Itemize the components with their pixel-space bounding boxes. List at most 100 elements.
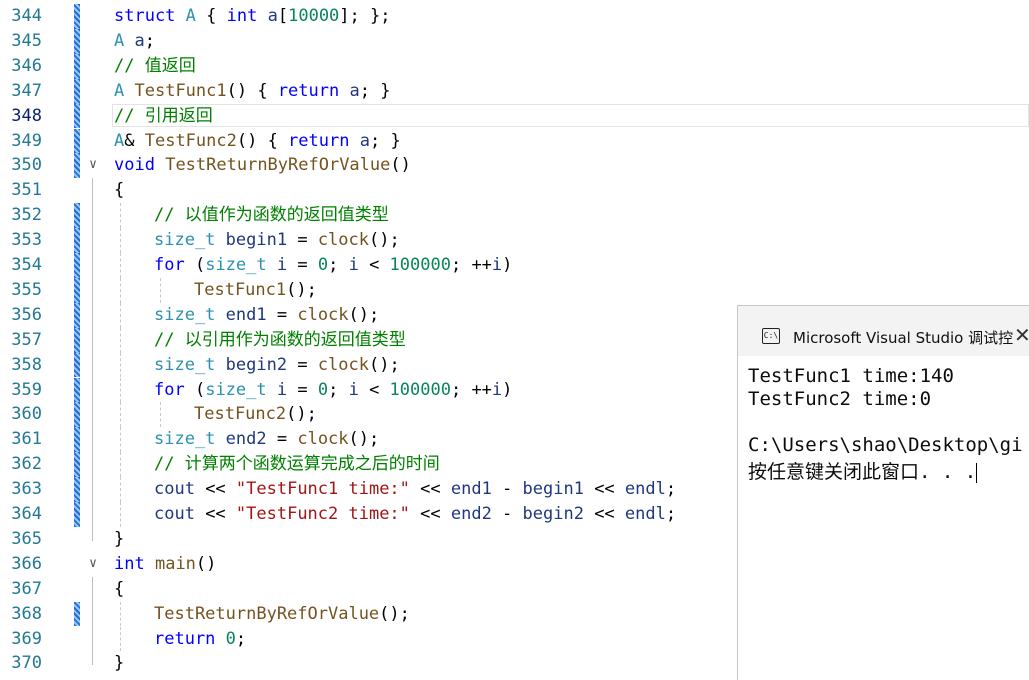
indent-guide [120, 502, 121, 527]
line-number: 358 [11, 354, 42, 375]
code-token: = [266, 304, 298, 325]
code-token: cout [154, 479, 195, 500]
fold-chevron-icon[interactable]: ∨ [86, 552, 100, 577]
line-number: 370 [11, 653, 42, 674]
indent-guide [120, 402, 121, 428]
code-token: end1 [225, 304, 267, 325]
indent-guide [120, 277, 121, 303]
line-number: 347 [11, 80, 42, 101]
code-text: } [114, 527, 124, 552]
code-text: TestReturnByRefOrValue(); [154, 602, 410, 627]
code-line[interactable]: 355 TestFunc1(); [0, 277, 1029, 303]
code-token: clock [297, 429, 349, 450]
code-token: A [114, 130, 125, 151]
code-token: { [195, 6, 227, 26]
indent-guide [120, 477, 121, 502]
change-marker [74, 477, 80, 502]
code-token: ; } [359, 80, 391, 101]
code-token: } [114, 653, 125, 674]
code-token: struct [114, 6, 176, 26]
code-token: clock [297, 304, 349, 325]
change-marker [74, 128, 80, 154]
code-token: clock [317, 230, 369, 251]
code-token: int [226, 6, 258, 26]
code-token: i [348, 379, 359, 400]
line-number: 359 [11, 379, 42, 400]
code-line[interactable]: 349 A& TestFunc2() { return a; } [0, 128, 1029, 154]
code-token: (); [286, 404, 317, 425]
code-text: TestFunc2(); [194, 402, 317, 427]
code-token: // 计算两个函数运算完成之后的时间 [154, 454, 440, 475]
code-line[interactable]: 344 struct A { int a[10000]; }; [0, 4, 1029, 29]
change-marker [74, 228, 80, 253]
console-line: 按任意键关闭此窗口. . . [748, 457, 978, 484]
code-token: ; [328, 255, 349, 275]
code-text: } [114, 651, 124, 676]
change-marker [74, 153, 80, 179]
line-number: 350 [11, 155, 42, 176]
code-token: i [348, 255, 359, 275]
code-token: - [491, 504, 523, 524]
code-token: << [194, 479, 236, 500]
debug-console-window[interactable]: C:\ Microsoft Visual Studio 调试控 ✕ TestFu… [737, 305, 1029, 680]
line-number: 365 [11, 528, 42, 549]
code-line[interactable]: 346 // 值返回 [0, 53, 1029, 79]
code-token: main [154, 553, 196, 574]
console-titlebar[interactable]: C:\ Microsoft Visual Studio 调试控 ✕ [738, 306, 1029, 356]
code-token: endl [624, 504, 666, 524]
code-token: 10000 [288, 6, 340, 26]
code-token: size_t [154, 429, 216, 450]
indent-guide [120, 228, 121, 253]
code-token: ; [665, 479, 677, 500]
text-cursor [976, 462, 978, 483]
code-token: i [276, 255, 288, 275]
code-token: for [154, 379, 185, 400]
code-text: A a; [114, 29, 155, 54]
line-number: 368 [11, 603, 42, 624]
code-token: () [195, 553, 217, 574]
code-text: // 值返回 [114, 54, 196, 79]
console-line-text: 按任意键关闭此窗口. . . [748, 461, 977, 483]
code-line[interactable]: 345 A a; [0, 28, 1029, 54]
code-line[interactable]: 352 // 以值作为函数的返回值类型 [0, 203, 1029, 229]
change-marker [74, 452, 80, 478]
code-token: TestFunc2 [144, 130, 237, 151]
code-token: TestFunc2 [194, 404, 287, 425]
change-marker [74, 502, 80, 527]
code-token: { [114, 578, 125, 599]
close-icon[interactable]: ✕ [1014, 323, 1029, 347]
code-token: = [266, 429, 298, 450]
code-token: clock [317, 354, 369, 375]
code-token: 0 [225, 628, 236, 649]
line-number: 357 [11, 329, 42, 350]
code-token: int [114, 553, 145, 574]
code-line[interactable]: 350 ∨ void TestReturnByRefOrValue() [0, 153, 1029, 179]
code-token: // 以值作为函数的返回值类型 [154, 205, 389, 226]
code-token: = [287, 379, 318, 400]
indent-guide [120, 302, 121, 328]
code-line[interactable]: 348 // 引用返回 [0, 103, 1029, 129]
code-token: // 以引用作为函数的返回值类型 [154, 329, 406, 350]
change-marker [74, 103, 80, 129]
code-text: TestFunc1(); [194, 278, 317, 303]
code-token: = [287, 354, 318, 375]
code-token: ( [184, 379, 206, 400]
fold-chevron-icon[interactable]: ∨ [86, 153, 100, 178]
code-text: // 以值作为函数的返回值类型 [154, 203, 389, 228]
code-line[interactable]: 347 A TestFunc1() { return a; } [0, 78, 1029, 104]
code-line[interactable]: 351 { [0, 178, 1029, 203]
console-output[interactable]: TestFunc1 time:140 TestFunc2 time:0 C:\U… [738, 356, 1029, 680]
code-line[interactable]: 353 size_t begin1 = clock(); [0, 228, 1029, 253]
code-line[interactable]: 354 for (size_t i = 0; i < 100000; ++i) [0, 253, 1029, 278]
code-token: (); [286, 279, 317, 300]
code-token: return [154, 628, 216, 649]
code-token: () { [226, 80, 278, 101]
console-line: TestFunc1 time:140 [748, 365, 954, 387]
line-number: 345 [11, 30, 42, 51]
console-app-icon: C:\ [762, 328, 780, 344]
code-token: endl [624, 479, 666, 500]
